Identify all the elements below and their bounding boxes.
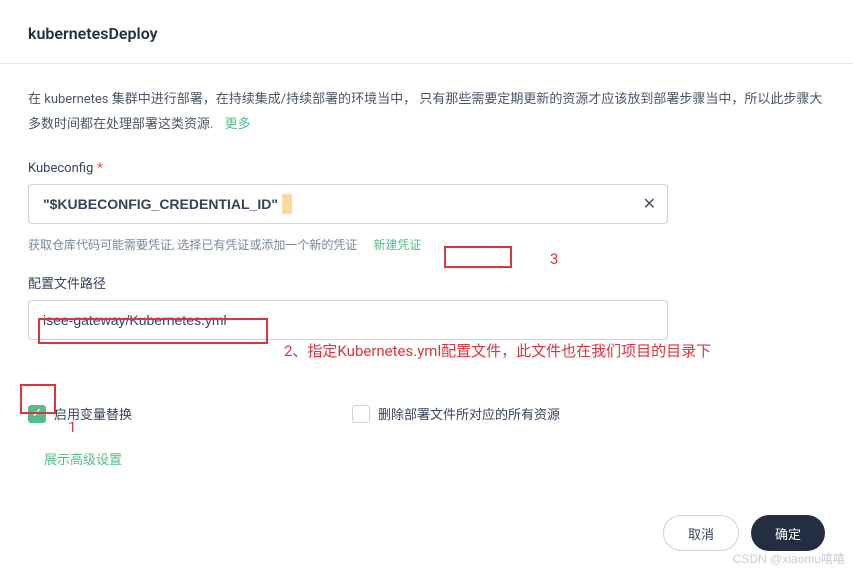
dialog-description: 在 kubernetes 集群中进行部署，在持续集成/持续部署的环境当中， 只有… bbox=[28, 88, 825, 137]
cursor-caret bbox=[282, 194, 292, 214]
clear-icon[interactable]: ✕ bbox=[643, 194, 656, 214]
delete-resources-checkbox[interactable] bbox=[352, 405, 370, 423]
kubeconfig-label: Kubeconfig* bbox=[28, 161, 825, 176]
dialog-title: kubernetesDeploy bbox=[0, 0, 853, 64]
kubeconfig-hint: 获取仓库代码可能需要凭证, 选择已有凭证或添加一个新的凭证 bbox=[28, 236, 357, 253]
more-link[interactable]: 更多 bbox=[225, 117, 251, 132]
watermark: CSDN @xiaomu嘻嘻 bbox=[733, 550, 845, 567]
cancel-button[interactable]: 取消 bbox=[663, 515, 739, 551]
required-asterisk: * bbox=[97, 161, 103, 176]
check-icon: ✓ bbox=[32, 406, 43, 421]
show-advanced-link[interactable]: 展示高级设置 bbox=[44, 449, 122, 468]
enable-var-replace-checkbox[interactable]: ✓ bbox=[28, 405, 46, 423]
config-path-input[interactable] bbox=[28, 300, 668, 340]
kubeconfig-input[interactable] bbox=[28, 184, 668, 224]
config-path-label: 配置文件路径 bbox=[28, 273, 825, 292]
ok-button[interactable]: 确定 bbox=[751, 515, 825, 551]
delete-resources-label: 删除部署文件所对应的所有资源 bbox=[378, 404, 560, 423]
new-credential-link[interactable]: 新建凭证 bbox=[369, 234, 425, 255]
enable-var-replace-label: 启用变量替换 bbox=[54, 404, 132, 423]
description-text: 在 kubernetes 集群中进行部署，在持续集成/持续部署的环境当中， 只有… bbox=[28, 92, 822, 132]
